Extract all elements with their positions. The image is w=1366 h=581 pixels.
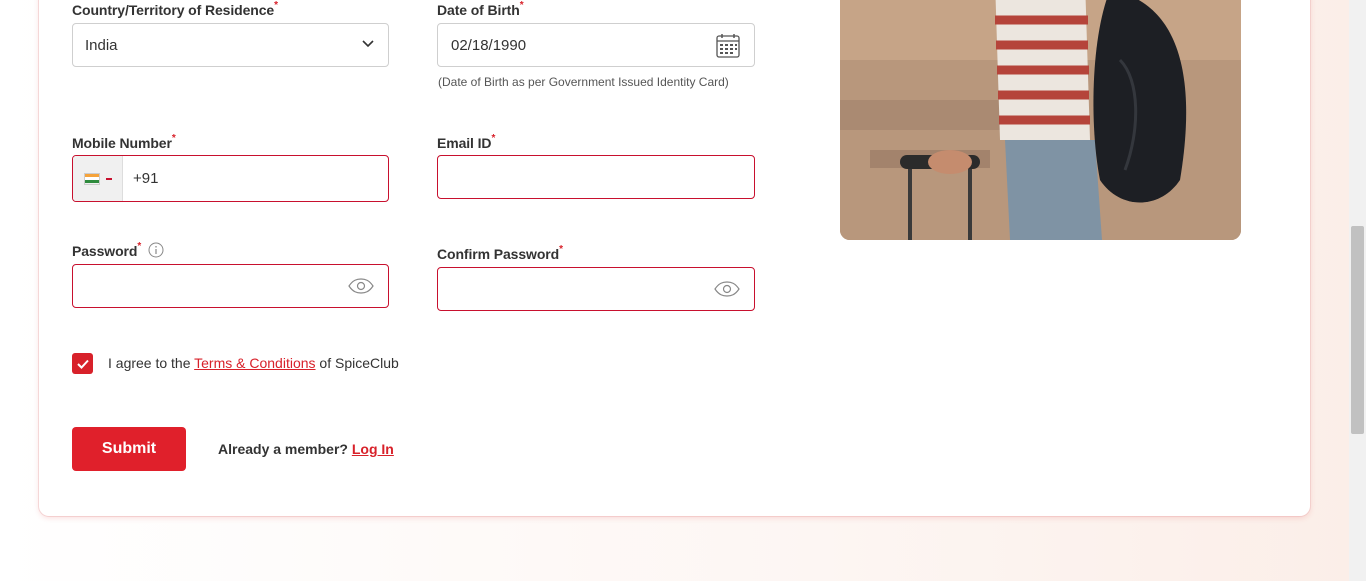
country-select[interactable]: India	[72, 23, 389, 67]
country-code-selector[interactable]	[73, 156, 123, 201]
eye-icon[interactable]	[348, 278, 374, 294]
traveler-illustration	[840, 0, 1241, 240]
india-flag-icon	[83, 172, 100, 185]
info-icon[interactable]	[148, 242, 164, 258]
dob-value: 02/18/1990	[451, 36, 527, 54]
terms-text: I agree to the Terms & Conditions of Spi…	[108, 355, 399, 371]
calendar-icon[interactable]	[716, 33, 740, 58]
terms-link[interactable]: Terms & Conditions	[194, 355, 315, 371]
eye-icon[interactable]	[714, 281, 740, 297]
mobile-label: Mobile Number*	[72, 133, 176, 151]
mobile-input[interactable]: +91	[72, 155, 389, 202]
mobile-code: +91	[133, 170, 159, 187]
password-input[interactable]	[72, 264, 389, 308]
login-link[interactable]: Log In	[352, 441, 394, 457]
dob-label: Date of Birth*	[437, 0, 524, 18]
checkmark-icon	[76, 359, 89, 369]
country-label: Country/Territory of Residence*	[72, 0, 278, 18]
traveler-photo	[840, 0, 1241, 240]
email-label: Email ID*	[437, 133, 496, 151]
already-member-text: Already a member? Log In	[218, 441, 394, 457]
dob-hint: (Date of Birth as per Government Issued …	[438, 75, 729, 89]
password-label: Password*	[72, 241, 142, 259]
dropdown-caret-icon	[105, 177, 112, 180]
confirm-password-input[interactable]	[437, 267, 755, 311]
scrollbar-thumb[interactable]	[1351, 226, 1364, 434]
email-input[interactable]	[437, 155, 755, 199]
submit-button[interactable]: Submit	[72, 427, 186, 471]
confirm-password-label: Confirm Password*	[437, 244, 563, 262]
dob-input[interactable]: 02/18/1990	[437, 23, 755, 67]
country-value: India	[85, 36, 118, 54]
chevron-down-icon	[362, 40, 374, 48]
terms-checkbox[interactable]	[72, 353, 93, 374]
